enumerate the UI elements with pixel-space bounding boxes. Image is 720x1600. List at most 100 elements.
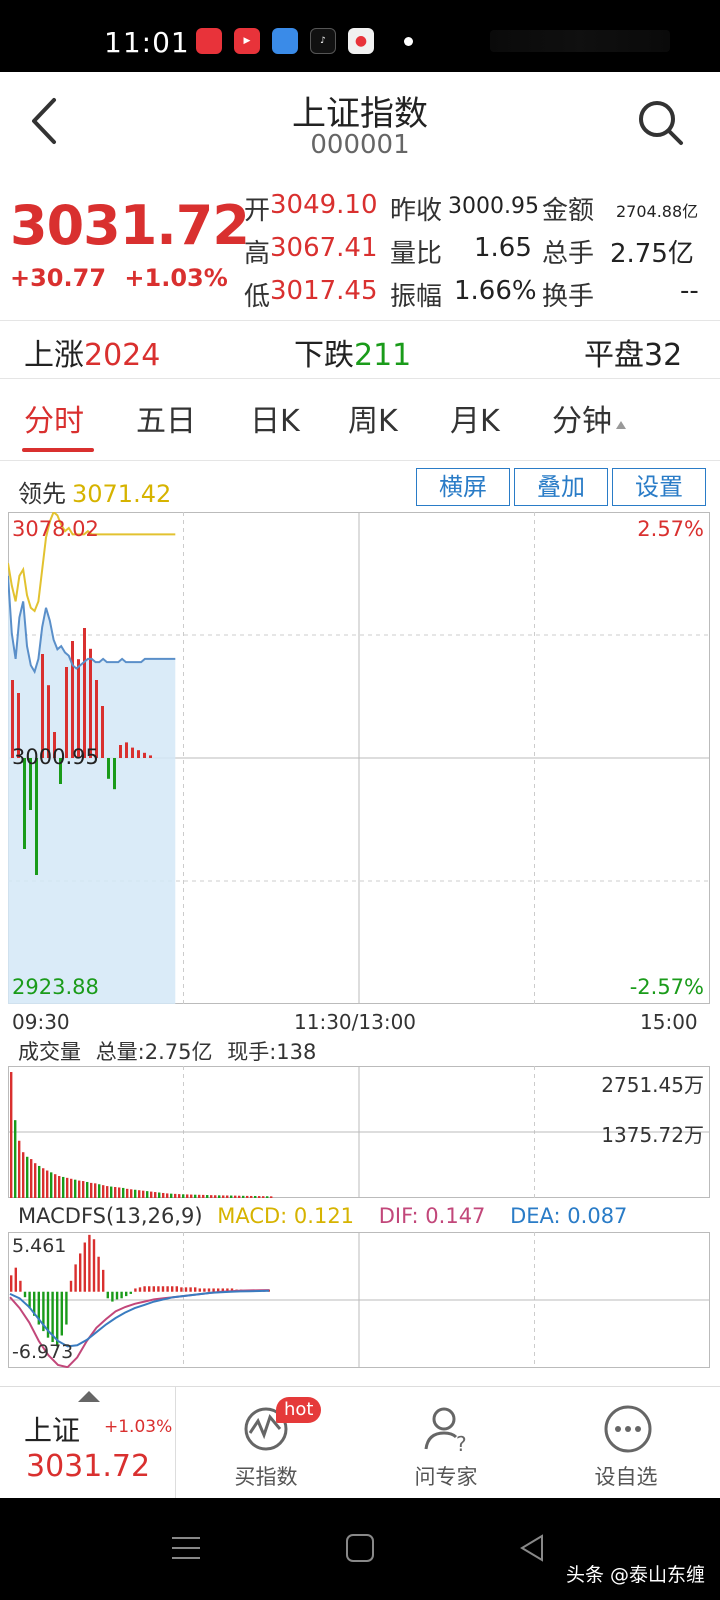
quote-row-1: 开 3049.10 昨收 3000.95 金额 2704.88亿	[244, 190, 714, 233]
volume-bar	[258, 1196, 261, 1198]
volume-bar	[222, 1195, 225, 1198]
volume-bar	[98, 1184, 101, 1198]
volume-bar	[70, 1178, 73, 1198]
top-header: 上证指数 000001	[0, 72, 720, 172]
menu-icon[interactable]	[170, 1532, 202, 1564]
macd-bar	[184, 1287, 188, 1292]
volume-bar	[262, 1196, 265, 1198]
volume-bar	[130, 1189, 133, 1198]
momentum-bar	[125, 742, 128, 758]
momentum-bar	[113, 758, 116, 790]
volume-bar	[146, 1191, 149, 1198]
volume-bar	[178, 1194, 181, 1198]
volume-bar	[14, 1120, 17, 1198]
macd-header: MACDFS(13,26,9) MACD: 0.121 DIF: 0.147 D…	[18, 1204, 627, 1228]
tab-minute-label: 分钟	[552, 404, 612, 439]
prev-close-label: 昨收	[390, 196, 443, 226]
tab-intraday[interactable]: 分时	[24, 396, 84, 440]
turnover-value: --	[680, 276, 699, 306]
amount-label: 金额	[542, 196, 595, 226]
index-pct: +1.03%	[104, 1417, 173, 1437]
tab-weekly-k[interactable]: 周K	[348, 396, 398, 440]
system-status-icons	[490, 30, 670, 52]
momentum-bar	[35, 758, 38, 875]
volume-bar	[174, 1193, 177, 1198]
back-nav-icon[interactable]	[516, 1532, 548, 1564]
volume-bar	[162, 1192, 165, 1198]
volume-bar	[194, 1194, 197, 1198]
macd-bar	[166, 1286, 169, 1292]
volume-bar	[102, 1185, 105, 1198]
overlay-button[interactable]: 叠加	[514, 468, 608, 506]
divider	[0, 378, 720, 379]
expand-up-icon	[78, 1391, 100, 1402]
macd-bar	[125, 1291, 128, 1297]
volume-bar	[190, 1194, 193, 1198]
settings-button[interactable]: 设置	[612, 468, 706, 506]
buy-index-button[interactable]: hot 买指数	[176, 1387, 356, 1499]
volume-bar	[110, 1186, 113, 1198]
macd-bar	[14, 1267, 17, 1292]
chart-header: 领先 3071.42 横屏 叠加 设置	[0, 464, 720, 510]
low-value: 3017.45	[270, 276, 378, 306]
macd-bar	[120, 1291, 123, 1299]
momentum-bar	[77, 659, 80, 758]
svg-text:?: ?	[456, 1432, 467, 1455]
tab-monthly-k[interactable]: 月K	[450, 396, 500, 440]
macd-bar	[10, 1275, 13, 1292]
volume-bar	[42, 1168, 45, 1198]
volume-bar	[206, 1195, 209, 1198]
down-count: 下跌211	[294, 338, 412, 373]
landscape-button[interactable]: 横屏	[416, 468, 510, 506]
ask-expert-label: 问专家	[414, 1465, 478, 1489]
volume-bar	[114, 1187, 117, 1198]
tab-five-day[interactable]: 五日	[136, 396, 196, 440]
flat-count: 平盘32	[584, 338, 683, 373]
volume-chart[interactable]: 2751.45万 1375.72万	[8, 1066, 710, 1198]
dif-value: DIF: 0.147	[378, 1204, 486, 1228]
intraday-chart[interactable]: 3078.02 3000.95 2923.88 2.57% -2.57%	[8, 512, 710, 1004]
search-button[interactable]	[636, 98, 686, 148]
volume-bar	[54, 1174, 57, 1198]
hot-badge: hot	[276, 1397, 322, 1423]
tab-daily-k[interactable]: 日K	[250, 396, 300, 440]
macd-bar	[97, 1256, 100, 1292]
market-breadth: 上涨2024 下跌211 平盘32	[0, 322, 720, 378]
quote-panel: 3031.72 +30.77 +1.03% 开 3049.10 昨收 3000.…	[0, 180, 720, 320]
macd-bar	[161, 1286, 165, 1292]
volume-bar	[38, 1165, 41, 1198]
total-vol-value: 2.75亿	[610, 239, 694, 269]
time-axis: 09:30 11:30/13:00 15:00	[0, 1008, 720, 1038]
volume-bar	[10, 1072, 13, 1198]
volume-bar	[170, 1193, 173, 1198]
active-tab-indicator	[22, 448, 94, 452]
tab-minute[interactable]: 分钟	[552, 396, 626, 440]
volume-current: 现手:138	[227, 1040, 317, 1064]
price-change: +30.77 +1.03%	[10, 264, 228, 292]
macd-bar	[180, 1287, 183, 1292]
more-dots-icon	[604, 1405, 652, 1453]
macd-bar	[69, 1280, 73, 1292]
vol-ratio-label: 量比	[390, 239, 443, 269]
macd-bar	[102, 1269, 105, 1292]
search-icon	[639, 101, 683, 145]
macd-bar	[194, 1287, 197, 1292]
divider	[0, 460, 720, 461]
home-icon[interactable]	[344, 1532, 376, 1564]
y-bottom-label: 2923.88	[12, 975, 99, 999]
volume-bar	[250, 1195, 253, 1198]
volume-bar	[246, 1195, 249, 1198]
volume-bar	[126, 1188, 129, 1198]
macd-chart[interactable]: 5.461 -6.973	[8, 1232, 710, 1368]
index-quote-card[interactable]: 上证 +1.03% 3031.72	[0, 1387, 176, 1499]
add-watchlist-button[interactable]: 设自选	[536, 1387, 716, 1499]
volume-bar	[154, 1192, 157, 1198]
volume-bar	[30, 1159, 33, 1198]
macd-bar	[92, 1239, 96, 1292]
macd-bar	[115, 1291, 119, 1300]
volume-bar	[46, 1170, 49, 1198]
volume-bar	[118, 1187, 121, 1198]
volume-bar	[210, 1195, 213, 1198]
macd-bar	[212, 1288, 215, 1292]
ask-expert-button[interactable]: ? 问专家	[356, 1387, 536, 1499]
